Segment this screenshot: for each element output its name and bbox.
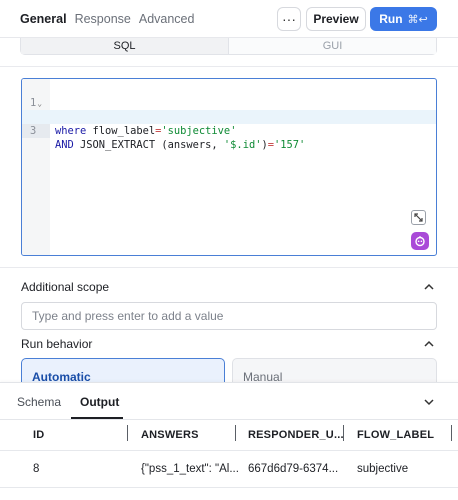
column-header-flow-label[interactable]: FLOW_LABEL xyxy=(357,429,434,441)
code-token: '157' xyxy=(274,139,306,151)
column-resize-handle[interactable] xyxy=(343,425,344,441)
run-shortcut-hint: ⌘↩ xyxy=(407,13,428,26)
more-options-button[interactable]: ··· xyxy=(277,7,301,31)
sql-gui-toggle: SQL GUI xyxy=(20,38,437,55)
section-divider xyxy=(0,66,458,67)
column-resize-handle[interactable] xyxy=(451,425,452,441)
expand-icon[interactable] xyxy=(411,210,426,225)
additional-scope-input[interactable] xyxy=(21,302,437,330)
code-token: JSON_EXTRACT (answers, xyxy=(73,139,224,151)
sql-mode-option[interactable]: SQL xyxy=(21,38,229,54)
run-behavior-title: Run behavior xyxy=(21,337,93,351)
section-divider xyxy=(0,267,458,268)
column-resize-handle[interactable] xyxy=(235,425,236,441)
query-tabs: General Response Advanced xyxy=(20,12,202,26)
tab-general[interactable]: General xyxy=(20,12,67,26)
preview-button[interactable]: Preview xyxy=(306,7,366,31)
code-token: '$.id' xyxy=(223,139,262,151)
table-cell: 8 xyxy=(33,463,40,475)
ai-assist-icon[interactable] xyxy=(411,232,429,250)
header-divider xyxy=(0,450,458,451)
table-cell: subjective xyxy=(357,463,409,475)
gui-mode-option[interactable]: GUI xyxy=(229,38,436,54)
more-icon: ··· xyxy=(282,11,296,27)
additional-scope-title: Additional scope xyxy=(21,280,110,294)
chevron-down-icon[interactable] xyxy=(423,396,435,408)
code-token: flow_label xyxy=(86,125,156,137)
tab-schema[interactable]: Schema xyxy=(17,395,61,409)
run-button-label: Run xyxy=(379,12,403,26)
sql-code-editor[interactable]: 1⌄ select * from formsort 2 where flow_l… xyxy=(21,78,437,256)
results-panel: Schema Output ID ANSWERS RESPONDER_U... … xyxy=(0,382,458,500)
chevron-up-icon[interactable] xyxy=(423,338,435,350)
code-line-3[interactable]: 3 AND JSON_EXTRACT (answers, '$.id')='15… xyxy=(22,110,436,151)
column-header-answers[interactable]: ANSWERS xyxy=(141,429,199,441)
code-token: 'subjective' xyxy=(161,125,237,137)
code-line-2[interactable]: 2 where flow_label='subjective' xyxy=(22,96,436,137)
code-line-1[interactable]: 1⌄ select * from formsort xyxy=(22,82,436,123)
tab-response[interactable]: Response xyxy=(75,12,131,26)
top-toolbar: General Response Advanced ··· Preview Ru… xyxy=(0,0,458,38)
panel-divider xyxy=(0,419,458,420)
table-cell: 667d6d79-6374... xyxy=(248,463,339,475)
column-resize-handle[interactable] xyxy=(127,425,128,441)
column-header-id[interactable]: ID xyxy=(33,429,44,441)
run-button[interactable]: Run ⌘↩ xyxy=(370,7,437,31)
tab-advanced[interactable]: Advanced xyxy=(139,12,195,26)
chevron-up-icon[interactable] xyxy=(423,281,435,293)
tab-output[interactable]: Output xyxy=(80,395,119,409)
code-token: AND xyxy=(55,139,74,151)
column-header-responder[interactable]: RESPONDER_U... xyxy=(248,429,344,441)
code-token: where xyxy=(55,125,87,137)
line-number: 3 xyxy=(22,124,50,138)
table-cell: {"pss_1_text": "Al... xyxy=(141,463,239,475)
code-text: where flow_label='subjective' xyxy=(55,124,236,138)
row-divider xyxy=(0,487,458,488)
code-text: AND JSON_EXTRACT (answers, '$.id')='157' xyxy=(55,138,305,152)
